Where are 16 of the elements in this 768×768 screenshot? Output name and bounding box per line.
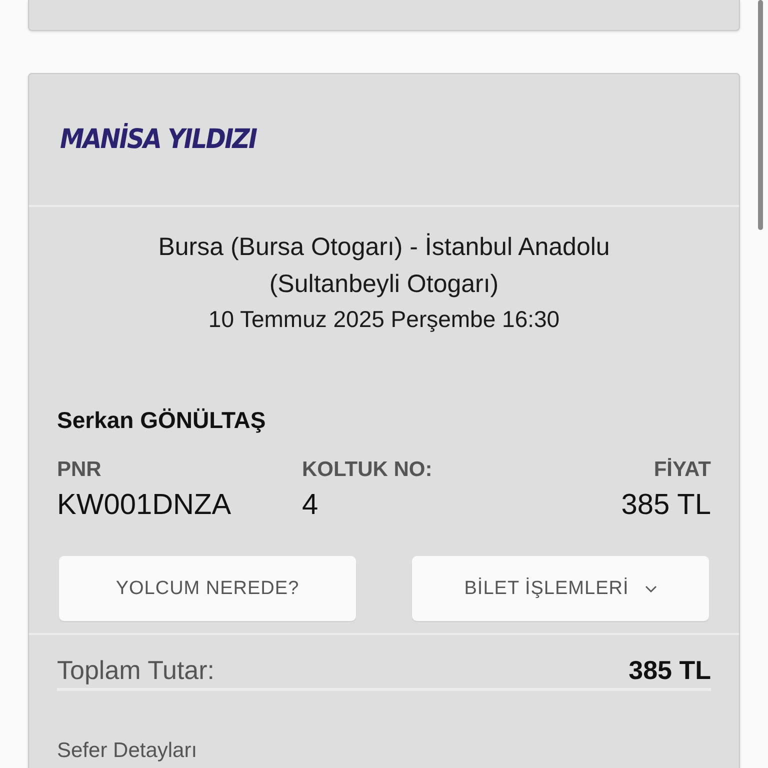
route-text: Bursa (Bursa Otogarı) - İstanbul Anadolu (Sultanbeyli Otogarı) xyxy=(157,232,611,300)
departure-datetime: 10 Temmuz 2025 Perşembe 16:30 xyxy=(207,305,561,334)
field-value: 4 xyxy=(302,488,320,523)
total-label: Toplam Tutar: xyxy=(57,655,215,686)
total-value: 385 TL xyxy=(628,655,711,686)
chevron-down-icon xyxy=(644,584,657,592)
operator-logo: MANİSA YILDIZI xyxy=(60,124,256,155)
field-label: KOLTUK NO: xyxy=(302,457,434,483)
passenger-name: Serkan GÖNÜLTAŞ xyxy=(57,407,267,434)
field-value: KW001DNZA xyxy=(57,488,232,523)
dropdown-button[interactable]: BİLET İŞLEMLERİ xyxy=(412,556,709,621)
field-value: 385 TL xyxy=(621,488,711,523)
action-button[interactable]: YOLCUM NEREDE? xyxy=(59,556,356,621)
trip-details-link[interactable]: Sefer Detayları xyxy=(57,739,198,763)
field-label: FİYAT xyxy=(654,457,711,483)
field-label: PNR xyxy=(57,457,102,483)
